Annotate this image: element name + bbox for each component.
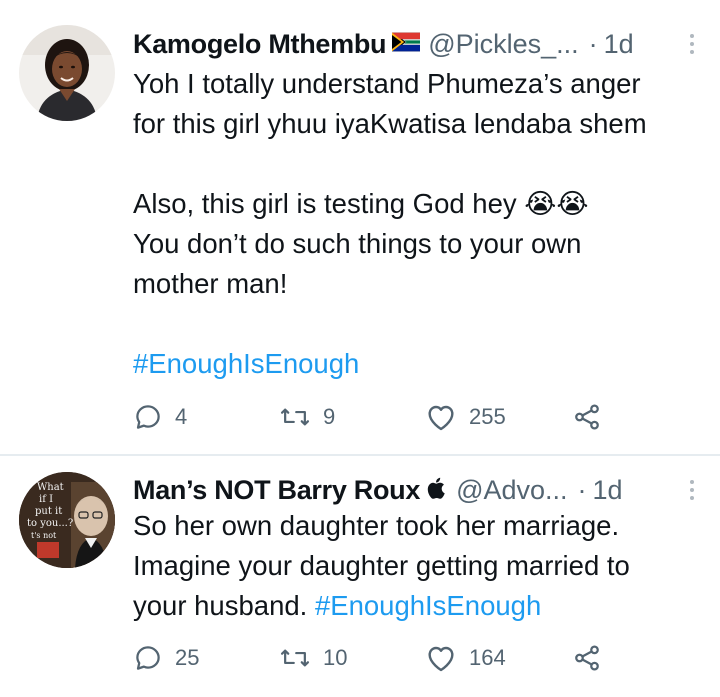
timestamp[interactable]: 1d [593, 475, 623, 506]
more-options-icon[interactable] [682, 480, 702, 500]
like-count: 255 [469, 404, 506, 429]
tweet-line: Also, this girl is testing God hey 😭😭 [133, 188, 589, 219]
reply-count: 4 [175, 404, 188, 429]
more-options-icon[interactable] [682, 34, 702, 54]
tweet-line: Imagine your daughter getting married to [133, 550, 630, 581]
retweet-button[interactable]: 9 [279, 397, 335, 437]
tweet-text: Yoh I totally understand Phumeza’s anger… [133, 64, 700, 384]
south-africa-flag-icon [392, 32, 421, 57]
author-handle[interactable]: @Pickles_... [428, 29, 578, 60]
like-button[interactable]: 164 [425, 638, 506, 678]
apple-icon [426, 476, 448, 505]
like-button[interactable]: 255 [425, 397, 506, 437]
reply-icon [133, 643, 163, 673]
tweet-text: So her own daughter took her marriage. I… [133, 506, 700, 626]
tweet[interactable]: What if I put it to you...? t's not Man’… [0, 456, 720, 697]
separator: · [588, 28, 598, 59]
timestamp[interactable]: 1d [604, 29, 634, 60]
share-button[interactable] [571, 638, 603, 678]
reply-button[interactable]: 25 [133, 638, 199, 678]
separator: · [577, 474, 587, 505]
tweet-line: your husband. #EnoughIsEnough [133, 586, 700, 626]
tweet-line: Yoh I totally understand Phumeza’s anger [133, 68, 641, 99]
tweet-line-text: your husband. [133, 590, 315, 621]
heart-icon [425, 643, 457, 673]
tweet-header: Man’s NOT Barry Roux @Advo... · 1d [133, 470, 702, 510]
hashtag-link[interactable]: #EnoughIsEnough [133, 348, 359, 379]
svg-text:t's not: t's not [31, 531, 57, 540]
tweet-header: Kamogelo Mthembu @Pickles_... · 1d [133, 24, 702, 64]
retweet-count: 9 [323, 404, 336, 429]
svg-text:to you...?: to you...? [27, 518, 73, 529]
author-name[interactable]: Man’s NOT Barry Roux [133, 475, 420, 506]
reply-button[interactable]: 4 [133, 397, 187, 437]
retweet-icon [279, 402, 311, 432]
like-count: 164 [469, 645, 506, 670]
reply-count: 25 [175, 645, 200, 670]
svg-text:if I: if I [39, 494, 53, 505]
share-button[interactable] [571, 397, 603, 437]
avatar[interactable]: What if I put it to you...? t's not [19, 472, 115, 568]
retweet-icon [279, 643, 311, 673]
tweet-line: for this girl yhuu iyaKwatisa lendaba sh… [133, 108, 647, 139]
tweet-line: You don’t do such things to your own [133, 228, 582, 259]
avatar[interactable] [19, 25, 115, 121]
tweet-line: mother man! [133, 268, 288, 299]
svg-text:What: What [37, 482, 64, 493]
share-icon [571, 643, 603, 673]
tweet[interactable]: Kamogelo Mthembu @Pickles_... · 1d Yoh I… [0, 0, 720, 455]
tweet-line: So her own daughter took her marriage. [133, 510, 620, 541]
author-handle[interactable]: @Advo... [456, 475, 567, 506]
hashtag-link[interactable]: #EnoughIsEnough [315, 590, 541, 621]
author-name[interactable]: Kamogelo Mthembu [133, 29, 387, 60]
retweet-button[interactable]: 10 [279, 638, 347, 678]
reply-icon [133, 402, 163, 432]
share-icon [571, 402, 603, 432]
retweet-count: 10 [323, 645, 348, 670]
heart-icon [425, 402, 457, 432]
svg-text:put it: put it [35, 506, 62, 517]
